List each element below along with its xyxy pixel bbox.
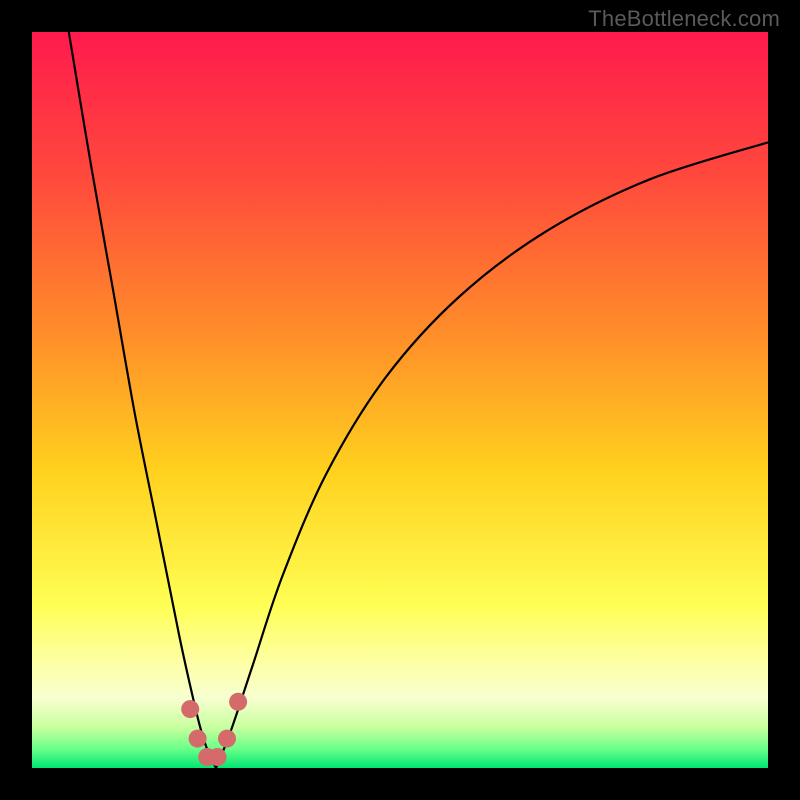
sweet-spot-bead [229, 693, 247, 711]
sweet-spot-beads [181, 693, 247, 766]
curve-layer [32, 32, 768, 768]
watermark-text: TheBottleneck.com [588, 6, 780, 32]
sweet-spot-bead [209, 748, 227, 766]
sweet-spot-bead [218, 730, 236, 748]
left-branch-curve [69, 32, 216, 768]
plot-area [32, 32, 768, 768]
chart-frame: TheBottleneck.com [0, 0, 800, 800]
sweet-spot-bead [181, 700, 199, 718]
right-branch-curve [216, 142, 768, 768]
sweet-spot-bead [189, 730, 207, 748]
